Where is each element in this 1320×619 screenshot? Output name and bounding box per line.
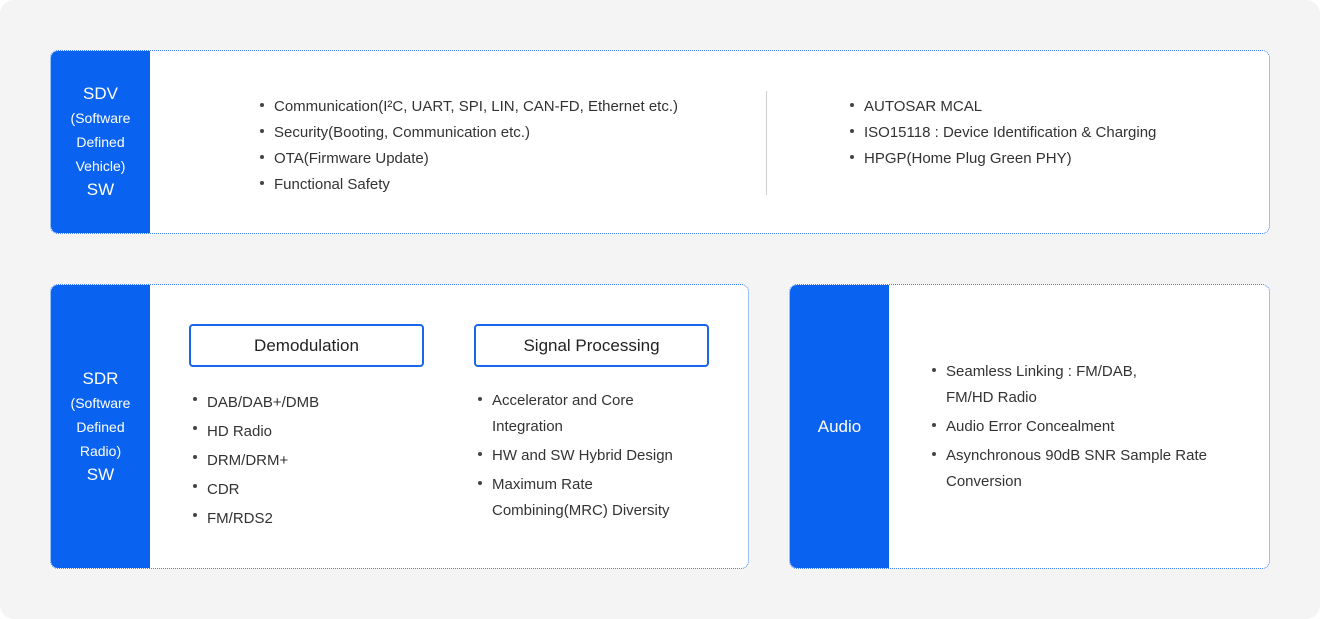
sdr-subtitle-line: Defined <box>76 418 125 435</box>
audio-title: Audio <box>817 416 862 436</box>
audio-content: Seamless Linking : FM/DAB, FM/HD Radio A… <box>889 285 1269 568</box>
column-divider <box>766 91 767 195</box>
demodulation-header: Demodulation <box>189 324 424 367</box>
list-item: Audio Error Concealment <box>931 414 1251 440</box>
sdr-title: SDR <box>82 368 119 388</box>
sdv-right-list: AUTOSAR MCAL ISO15118 : Device Identific… <box>849 94 1156 172</box>
list-item: CDR <box>192 475 319 504</box>
sdv-left-list: Communication(I²C, UART, SPI, LIN, CAN-F… <box>259 94 678 198</box>
sdv-subtitle-line: Defined <box>76 134 125 150</box>
sdr-sw-label: SW <box>86 464 115 484</box>
list-item: Maximum Rate Combining(MRC) Diversity <box>477 472 677 524</box>
list-item: DAB/DAB+/DMB <box>192 388 319 417</box>
sdr-subtitle-line: (Software <box>70 394 131 411</box>
list-item: Accelerator and Core Integration <box>477 388 677 440</box>
list-item: Seamless Linking : FM/DAB, FM/HD Radio <box>931 359 1161 411</box>
sdv-side-label: SDV (Software Defined Vehicle) SW <box>51 51 150 233</box>
sdv-content: Communication(I²C, UART, SPI, LIN, CAN-F… <box>150 51 1269 233</box>
list-item: Functional Safety <box>259 172 678 198</box>
sdr-content: Demodulation Signal Processing DAB/DAB+/… <box>150 285 748 568</box>
list-item: ISO15118 : Device Identification & Charg… <box>849 120 1156 146</box>
sdv-sw-label: SW <box>86 180 115 199</box>
sdv-title: SDV <box>83 84 118 103</box>
list-item: FM/RDS2 <box>192 504 319 533</box>
list-item: OTA(Firmware Update) <box>259 146 678 172</box>
audio-list: Seamless Linking : FM/DAB, FM/HD Radio A… <box>931 359 1251 498</box>
sdr-card: SDR (Software Defined Radio) SW Demodula… <box>50 284 749 569</box>
diagram-canvas: SDV (Software Defined Vehicle) SW Commun… <box>0 0 1320 619</box>
list-item: HPGP(Home Plug Green PHY) <box>849 146 1156 172</box>
signal-processing-list: Accelerator and Core Integration HW and … <box>477 388 677 527</box>
demodulation-list: DAB/DAB+/DMB HD Radio DRM/DRM+ CDR FM/RD… <box>192 388 319 533</box>
sdv-card: SDV (Software Defined Vehicle) SW Commun… <box>50 50 1270 234</box>
list-item: HD Radio <box>192 417 319 446</box>
sdv-subtitle-line: Vehicle) <box>75 158 126 174</box>
audio-card: Audio Seamless Linking : FM/DAB, FM/HD R… <box>789 284 1270 569</box>
audio-side-label: Audio <box>790 285 889 568</box>
list-item: Security(Booting, Communication etc.) <box>259 120 678 146</box>
sdr-subtitle-line: Radio) <box>79 442 122 459</box>
sdr-side-label: SDR (Software Defined Radio) SW <box>51 285 150 568</box>
signal-processing-header: Signal Processing <box>474 324 709 367</box>
list-item: HW and SW Hybrid Design <box>477 443 677 469</box>
list-item: AUTOSAR MCAL <box>849 94 1156 120</box>
list-item: Asynchronous 90dB SNR Sample Rate Conver… <box>931 443 1231 495</box>
sdv-subtitle-line: (Software <box>70 110 131 126</box>
list-item: Communication(I²C, UART, SPI, LIN, CAN-F… <box>259 94 678 120</box>
list-item: DRM/DRM+ <box>192 446 319 475</box>
